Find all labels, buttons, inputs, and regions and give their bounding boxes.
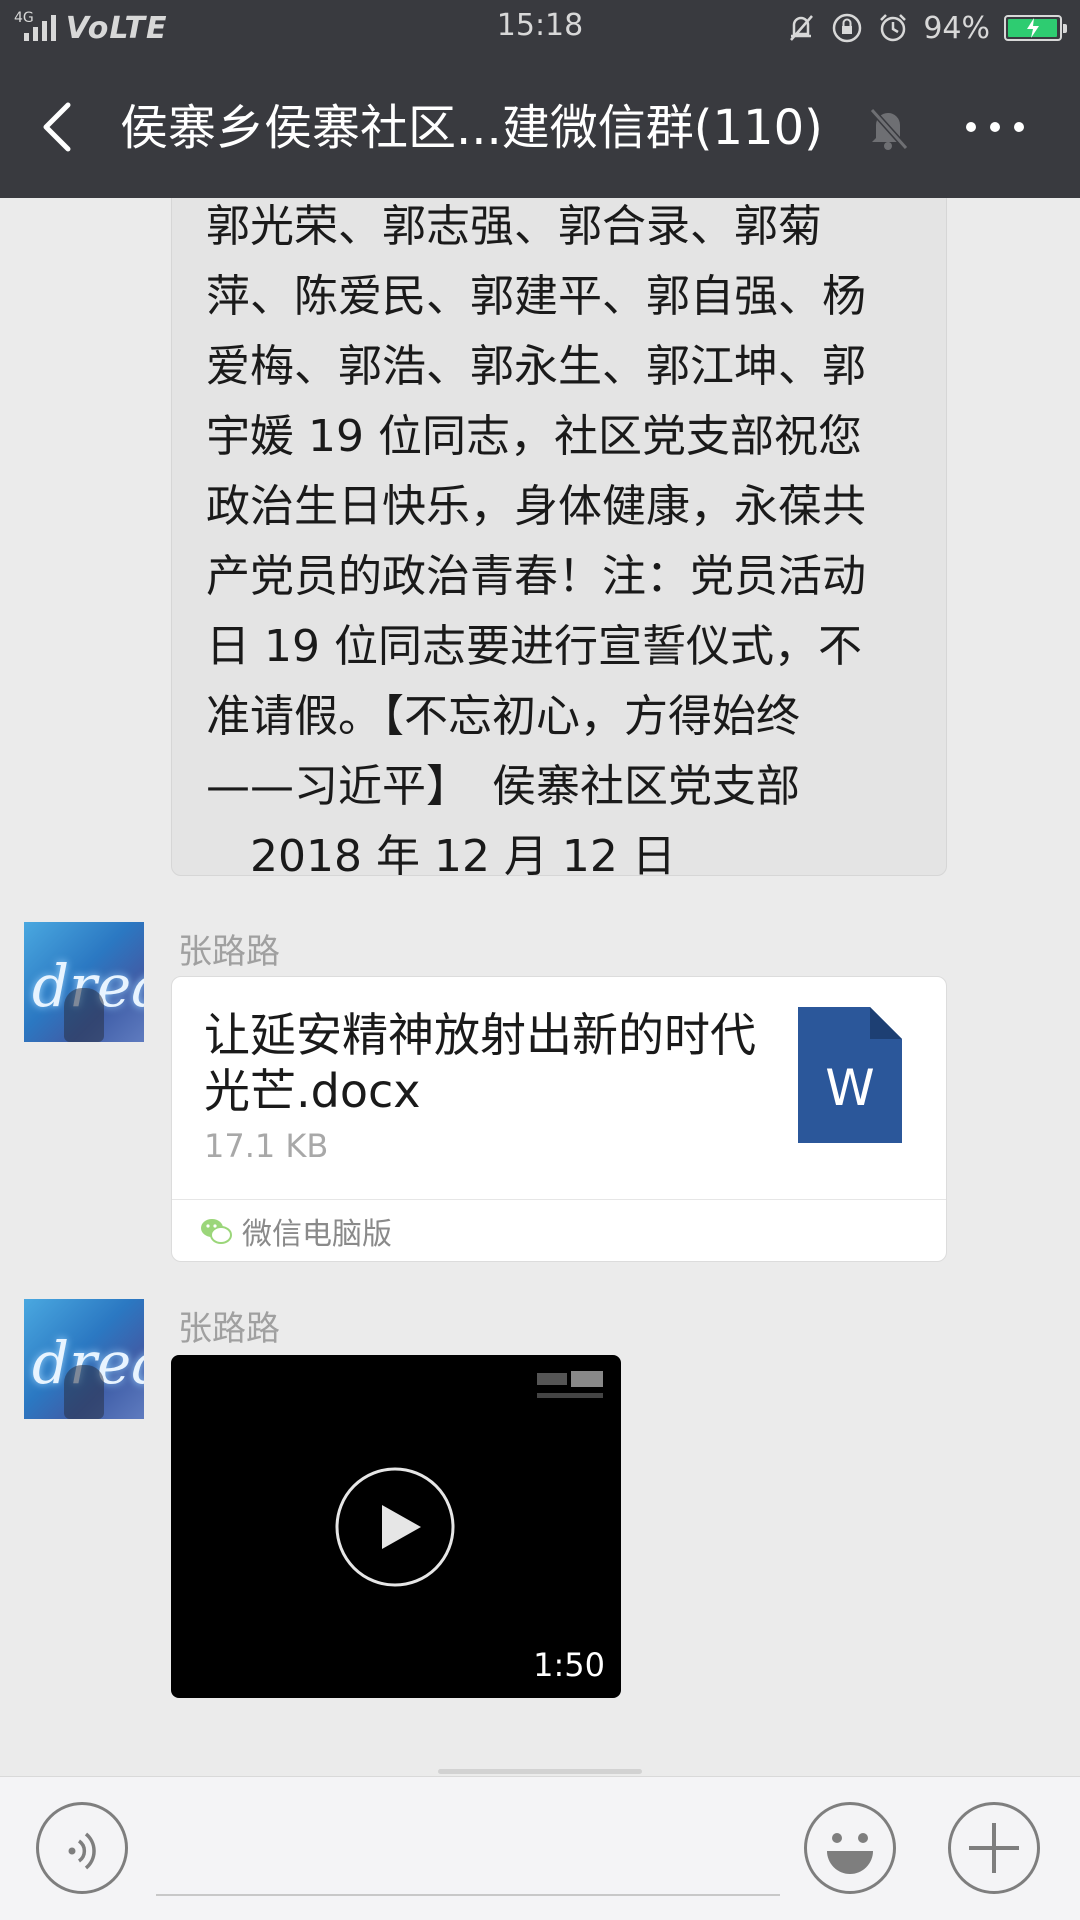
file-message-card[interactable]: 让延安精神放射出新的时代光芒.docx 17.1 KB W 微信电脑版	[171, 976, 947, 1262]
text-line: 爱梅、郭浩、郭永生、郭江坤、郭	[206, 341, 866, 392]
text-line: 日 19 位同志要进行宣誓仪式，不	[206, 621, 862, 672]
watermark-logo-icon	[537, 1371, 603, 1398]
status-right: 94%	[785, 8, 1067, 48]
battery-percent: 94%	[923, 10, 990, 46]
avatar[interactable]: drea	[24, 1299, 144, 1419]
sender-name: 张路路	[178, 1309, 280, 1349]
play-icon[interactable]	[335, 1467, 455, 1587]
alarm-icon	[880, 14, 907, 42]
svg-text:W: W	[825, 1059, 874, 1117]
message-list[interactable]: 郭光荣、郭志强、郭合录、郭菊 萍、陈爱民、郭建平、郭自强、杨 爱梅、郭浩、郭永生…	[0, 198, 1080, 1776]
chat-title[interactable]: 侯寨乡侯寨社区...建微信群(110)	[120, 95, 850, 161]
file-name: 让延安精神放射出新的时代光芒.docx	[204, 1008, 756, 1118]
vibrate-off-icon	[790, 15, 814, 41]
text-line: 宇媛 19 位同志，社区党支部祝您	[206, 411, 862, 462]
plus-button[interactable]	[948, 1802, 1040, 1894]
file-source-label: 微信电脑版	[242, 1216, 392, 1252]
word-document-icon: W	[798, 1007, 902, 1143]
emoji-button[interactable]	[804, 1802, 896, 1894]
back-arrow-icon[interactable]	[34, 97, 84, 157]
text-line: 准请假。【不忘初心，方得始终	[206, 691, 800, 742]
muted-bell-icon	[869, 107, 909, 151]
more-dots-icon[interactable]	[960, 105, 1030, 149]
text-line: 产党员的政治青春！注：党员活动	[206, 551, 866, 602]
video-duration: 1:50	[533, 1646, 605, 1684]
text-message-bubble[interactable]: 郭光荣、郭志强、郭合录、郭菊 萍、陈爱民、郭建平、郭自强、杨 爱梅、郭浩、郭永生…	[171, 198, 947, 882]
text-line: 郭光荣、郭志强、郭合录、郭菊	[206, 201, 822, 252]
wechat-logo-icon	[201, 1218, 232, 1244]
text-message-body: 郭光荣、郭志强、郭合录、郭菊 萍、陈爱民、郭建平、郭自强、杨 爱梅、郭浩、郭永生…	[206, 198, 922, 892]
chat-header: 侯寨乡侯寨社区...建微信群(110)	[0, 55, 1080, 198]
text-line: 萍、陈爱民、郭建平、郭自强、杨	[206, 271, 866, 322]
emoji-icon	[827, 1833, 873, 1874]
voice-button[interactable]	[36, 1802, 128, 1894]
status-bar: 4G VoLTE 15:18 94%	[0, 0, 1080, 55]
avatar[interactable]: drea	[24, 922, 144, 1042]
text-line: ——习近平】 侯寨社区党支部	[206, 761, 800, 812]
file-size: 17.1 KB	[204, 1127, 329, 1165]
plus-icon	[969, 1823, 1019, 1873]
file-source-footer: 微信电脑版	[172, 1199, 946, 1261]
chat-input-bar	[0, 1776, 1080, 1920]
sender-name: 张路路	[178, 932, 280, 972]
battery-icon	[1004, 15, 1067, 41]
video-message-card[interactable]: 1:50	[171, 1355, 621, 1698]
voice-icon	[68, 1832, 96, 1870]
lock-rotation-icon	[833, 13, 862, 43]
scroll-indicator	[438, 1769, 642, 1774]
text-line: 政治生日快乐，身体健康，永葆共	[206, 481, 866, 532]
text-line: 2018 年 12 月 12 日	[206, 831, 676, 882]
message-input[interactable]	[156, 1894, 780, 1896]
